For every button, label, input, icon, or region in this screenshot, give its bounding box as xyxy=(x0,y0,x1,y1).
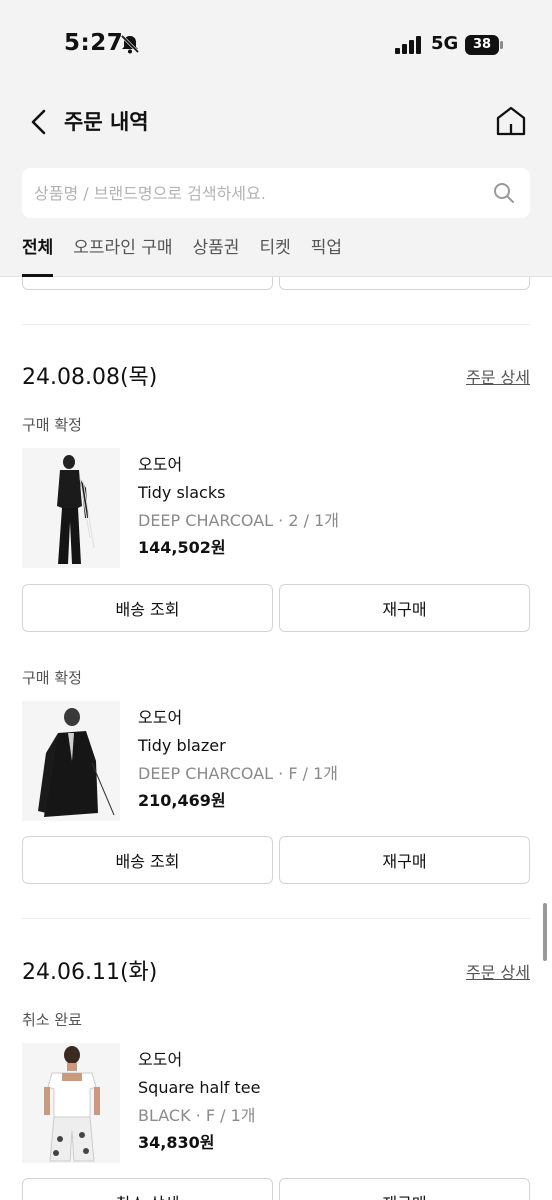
bell-off-icon xyxy=(120,34,140,54)
track-delivery-button[interactable]: 배송 조회 xyxy=(22,584,273,632)
header: 5:27 5G 38 주문 내역 상품명 / 브랜드명으로 검색하세요. 전체 … xyxy=(0,0,552,277)
status-time: 5:27 xyxy=(64,30,124,56)
tab-pickup[interactable]: 픽업 xyxy=(311,234,342,276)
product-option: BLACK · F / 1개 xyxy=(138,1106,256,1125)
nav-bar: 주문 내역 xyxy=(0,96,552,148)
product-brand[interactable]: 오도어 xyxy=(138,1046,518,1074)
cellular-signal-icon xyxy=(395,36,421,54)
product-name[interactable]: Square half tee xyxy=(138,1074,518,1102)
network-type: 5G xyxy=(431,33,459,54)
product-price: 144,502원 xyxy=(138,538,226,557)
tab-bar: 전체 오프라인 구매 상품권 티켓 픽업 xyxy=(22,234,362,277)
product-info: 오도어 Tidy slacks DEEP CHARCOAL · 2 / 1개 1… xyxy=(138,451,518,562)
home-icon[interactable] xyxy=(494,104,528,138)
product-image-slacks xyxy=(22,448,120,568)
product-image-blazer xyxy=(22,701,120,821)
order-status-label: 구매 확정 xyxy=(22,669,82,687)
product-thumbnail[interactable] xyxy=(22,701,120,821)
product-option: DEEP CHARCOAL · 2 / 1개 xyxy=(138,511,339,530)
back-arrow-icon[interactable] xyxy=(24,106,54,138)
tab-offline-purchase[interactable]: 오프라인 구매 xyxy=(73,234,172,276)
repurchase-button[interactable]: 재구매 xyxy=(279,1178,530,1200)
status-bar: 5:27 5G 38 xyxy=(0,0,552,90)
order-date: 24.08.08(목) xyxy=(22,365,158,390)
product-thumbnail[interactable] xyxy=(22,1043,120,1163)
search-bar xyxy=(22,168,530,218)
repurchase-button[interactable]: 재구매 xyxy=(279,836,530,884)
page-title: 주문 내역 xyxy=(64,110,149,134)
order-status-label: 취소 완료 xyxy=(22,1011,82,1029)
tab-gift-card[interactable]: 상품권 xyxy=(193,234,240,276)
section-divider xyxy=(22,324,530,325)
product-image-tee xyxy=(22,1043,120,1163)
product-name[interactable]: Tidy blazer xyxy=(138,732,518,760)
battery-level: 38 xyxy=(472,37,492,52)
product-thumbnail[interactable] xyxy=(22,448,120,568)
order-status-label: 구매 확정 xyxy=(22,416,82,434)
search-input[interactable] xyxy=(22,168,482,218)
order-detail-link[interactable]: 주문 상세 xyxy=(466,364,530,388)
tab-ticket[interactable]: 티켓 xyxy=(259,234,290,276)
track-delivery-button[interactable]: 배송 조회 xyxy=(22,836,273,884)
product-brand[interactable]: 오도어 xyxy=(138,704,518,732)
product-info: 오도어 Tidy blazer DEEP CHARCOAL · F / 1개 2… xyxy=(138,704,518,815)
product-brand[interactable]: 오도어 xyxy=(138,451,518,479)
scrollbar[interactable] xyxy=(543,903,547,961)
product-option: DEEP CHARCOAL · F / 1개 xyxy=(138,764,339,783)
order-detail-link[interactable]: 주문 상세 xyxy=(466,959,530,983)
product-price: 210,469원 xyxy=(138,791,226,810)
product-name[interactable]: Tidy slacks xyxy=(138,479,518,507)
order-date: 24.06.11(화) xyxy=(22,960,158,985)
battery-icon: 38 xyxy=(465,35,503,55)
product-price: 34,830원 xyxy=(138,1133,215,1152)
repurchase-button[interactable]: 재구매 xyxy=(279,584,530,632)
section-divider xyxy=(22,918,530,919)
product-info: 오도어 Square half tee BLACK · F / 1개 34,83… xyxy=(138,1046,518,1157)
search-icon[interactable] xyxy=(492,181,516,205)
tab-all[interactable]: 전체 xyxy=(22,234,54,277)
cancel-detail-button[interactable]: 취소 상세 xyxy=(22,1178,273,1200)
